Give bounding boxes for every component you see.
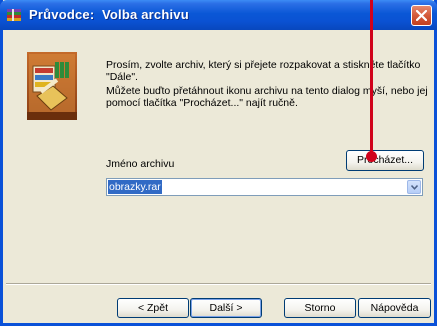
button-separator [6, 283, 431, 285]
chevron-down-icon [411, 185, 418, 190]
back-button[interactable]: < Zpět [117, 298, 189, 318]
annotation-pointer-dot [366, 151, 377, 162]
help-button[interactable]: Nápověda [358, 298, 431, 318]
browse-button[interactable]: Procházet... [346, 150, 424, 171]
description-line-2: Můžete buďto přetáhnout ikonu archivu na… [106, 85, 428, 109]
winrar-books-icon [6, 7, 22, 23]
annotation-pointer-line [370, 0, 373, 156]
archive-name-value[interactable]: obrazky.rar [108, 180, 162, 194]
winrar-wizard-illustration [27, 52, 77, 120]
archive-name-combobox[interactable]: obrazky.rar [106, 178, 423, 196]
combobox-dropdown-button[interactable] [407, 180, 421, 194]
cancel-button[interactable]: Storno [284, 298, 356, 318]
wizard-description: Prosím, zvolte archiv, který si přejete … [106, 59, 431, 111]
archive-name-label: Jméno archivu [106, 158, 175, 170]
close-button[interactable] [411, 5, 432, 26]
next-button[interactable]: Další > [190, 298, 262, 318]
window-title: Průvodce: Volba archivu [29, 7, 189, 22]
close-icon [416, 10, 427, 21]
description-line-1: Prosím, zvolte archiv, který si přejete … [106, 59, 421, 83]
